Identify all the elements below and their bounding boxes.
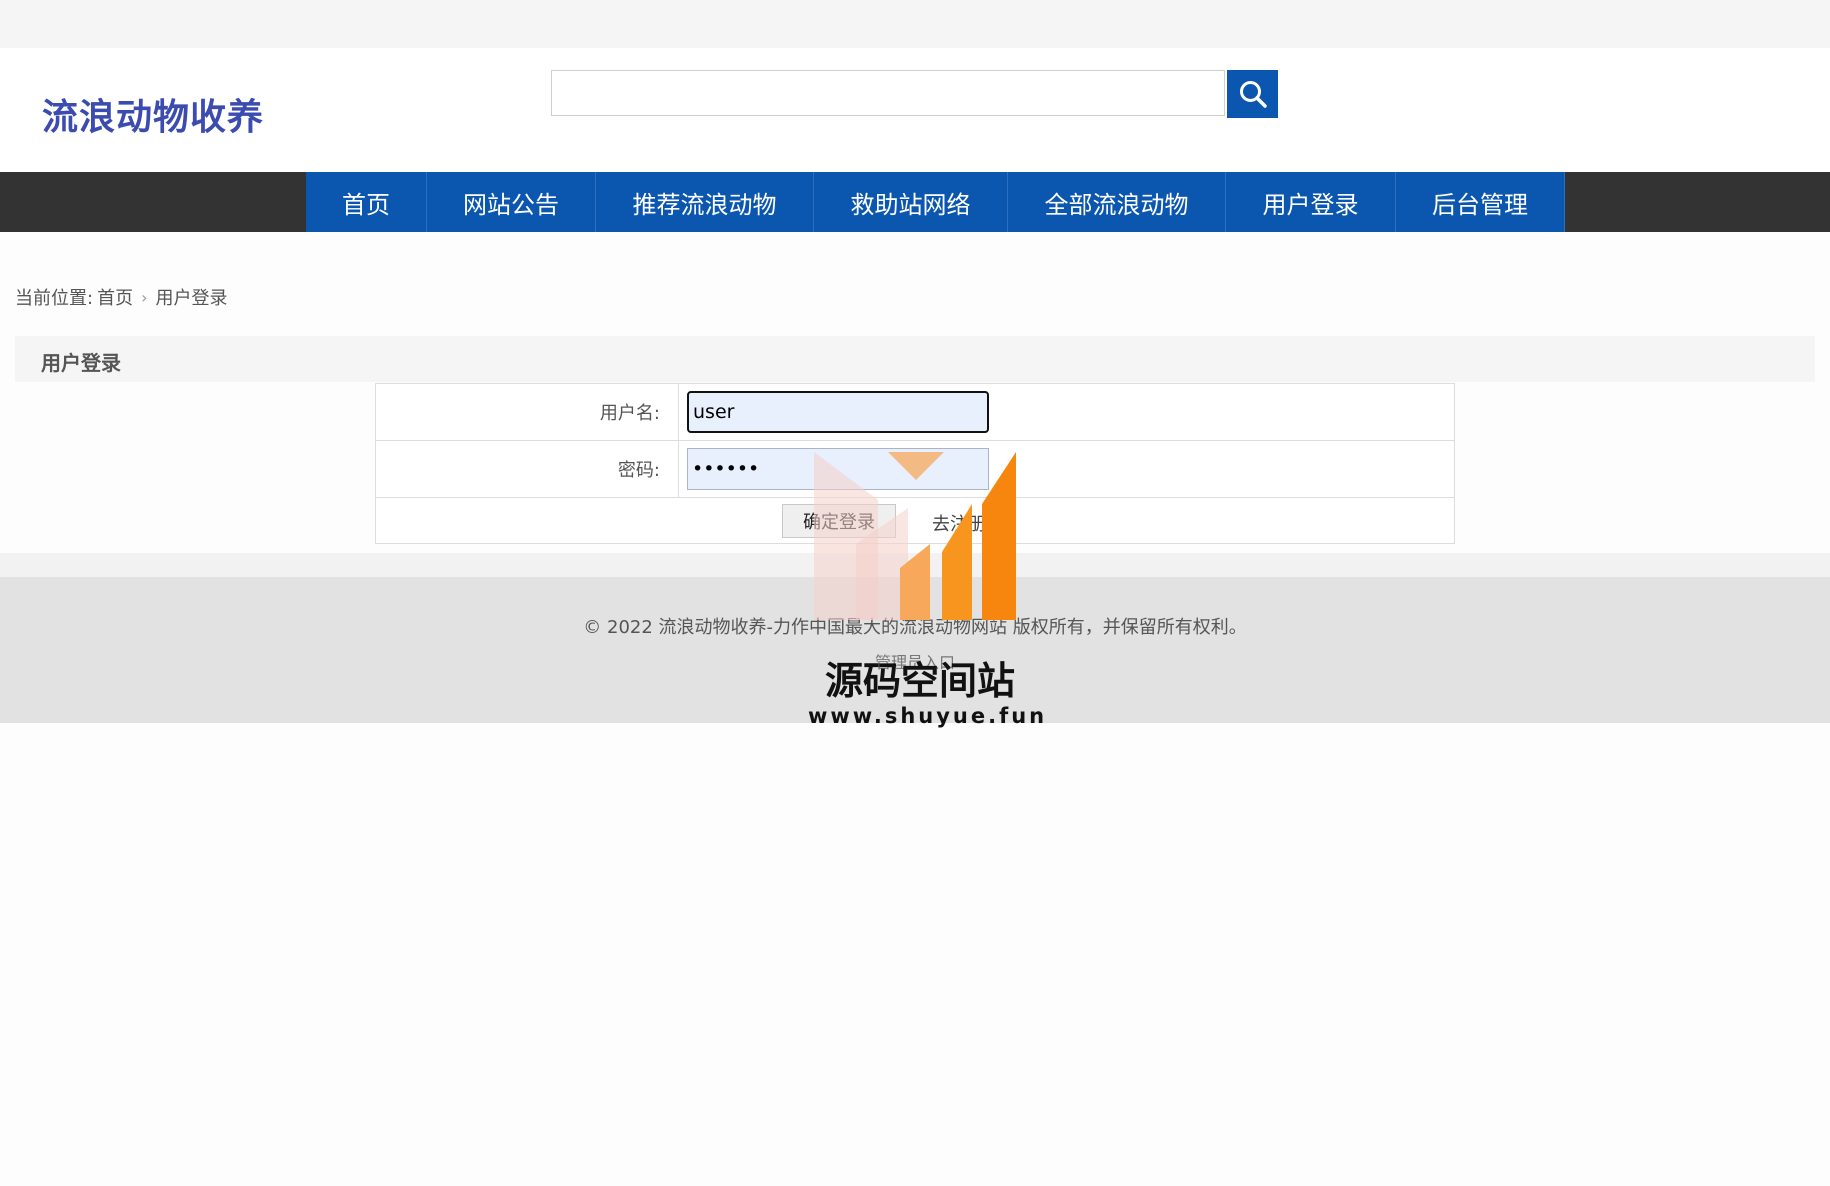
copyright-text: © 2022 流浪动物收养-力作中国最大的流浪动物网站 版权所有，并保留所有权利… [583,617,1247,638]
password-row: 密码: [376,441,1454,498]
login-form: 用户名: 密码: 确定登录 去注册 [375,383,1455,544]
navbar: 首页 网站公告 推荐流浪动物 救助站网络 全部流浪动物 用户登录 后台管理 [0,172,1830,232]
footer: © 2022 流浪动物收养-力作中国最大的流浪动物网站 版权所有，并保留所有权利… [0,577,1830,723]
username-label: 用户名: [376,384,679,440]
nav-item-rescue-stations[interactable]: 救助站网络 [814,172,1008,232]
breadcrumb: 当前位置: 首页 › 用户登录 [15,284,227,310]
nav-item-recommended-animals[interactable]: 推荐流浪动物 [596,172,814,232]
nav-item-admin[interactable]: 后台管理 [1396,172,1565,232]
breadcrumb-home-link[interactable]: 首页 [97,284,133,310]
nav-item-home[interactable]: 首页 [306,172,427,232]
username-field[interactable] [687,391,989,433]
main-nav: 首页 网站公告 推荐流浪动物 救助站网络 全部流浪动物 用户登录 后台管理 [306,172,1565,232]
footer-divider [0,553,1830,577]
search-icon [1239,81,1267,108]
admin-entry-link[interactable]: 管理员入口 [0,649,1830,673]
actions-row: 确定登录 去注册 [376,498,1454,544]
password-label: 密码: [376,441,679,497]
nav-item-all-animals[interactable]: 全部流浪动物 [1008,172,1226,232]
login-button[interactable]: 确定登录 [782,504,896,538]
top-strip [0,0,1830,48]
nav-item-user-login[interactable]: 用户登录 [1226,172,1396,232]
register-link[interactable]: 去注册 [932,510,986,536]
breadcrumb-prefix: 当前位置: [15,288,94,309]
breadcrumb-separator: › [141,287,148,307]
nav-item-announcements[interactable]: 网站公告 [427,172,596,232]
section-header: 用户登录 [15,336,1815,382]
page: 流浪动物收养 首页 网站公告 推荐流浪动物 救助站网络 全部流浪动物 用户登录 … [0,0,1830,1186]
header: 流浪动物收养 [0,48,1830,172]
search-button[interactable] [1227,70,1278,118]
username-row: 用户名: [376,384,1454,441]
section-title: 用户登录 [41,351,121,375]
search-input[interactable] [551,70,1225,116]
breadcrumb-current: 用户登录 [155,288,228,309]
password-field[interactable] [687,448,989,490]
site-logo[interactable]: 流浪动物收养 [42,88,264,140]
